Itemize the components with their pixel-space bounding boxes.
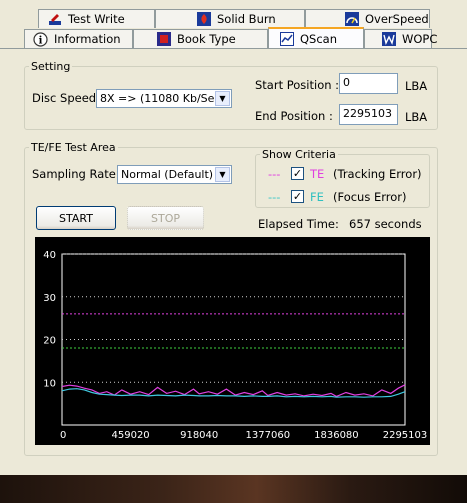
series-line-fe: [61, 388, 406, 398]
flame-icon: [196, 12, 211, 27]
end-unit-label: LBA: [405, 110, 428, 124]
qscan-window: Test Write Solid Burn OverSpeed i Inform…: [0, 0, 467, 475]
wopc-icon: [381, 32, 396, 47]
chevron-down-icon[interactable]: ▼: [215, 91, 230, 106]
y-tick-label: 40: [43, 250, 56, 261]
svg-text:i: i: [39, 35, 43, 46]
start-position-input[interactable]: 0: [339, 73, 398, 94]
tab-label: Test Write: [68, 12, 125, 26]
plot-frame: [61, 253, 406, 426]
scan-icon: [279, 31, 294, 46]
book-icon: [156, 32, 171, 47]
x-tick-label: 918040: [180, 430, 218, 441]
tab-label: Book Type: [177, 32, 236, 46]
speedometer-icon: [344, 12, 359, 27]
disc-speed-select[interactable]: 8X => (11080 Kb/Sec) ▼: [96, 89, 232, 108]
y-tick-label: 10: [43, 378, 56, 389]
tab-qscan[interactable]: QScan: [268, 27, 364, 48]
x-tick-label: 459020: [112, 430, 150, 441]
elapsed-time-label: Elapsed Time:: [258, 217, 339, 231]
te-fe-chart: 40 30 20 10 0 459020 918040 1377060 1836080 22951…: [35, 237, 430, 445]
pen-icon: [47, 12, 62, 27]
tab-label: QScan: [300, 31, 338, 46]
stop-button[interactable]: STOP: [127, 206, 204, 230]
end-position-input[interactable]: 2295103: [339, 104, 398, 125]
end-position-label: End Position :: [255, 109, 333, 123]
tab-panel-border: [0, 48, 467, 49]
info-icon: i: [33, 31, 48, 47]
te-dash: ---: [268, 167, 281, 181]
disc-speed-label: Disc Speed:: [32, 91, 100, 105]
test-area-legend: TE/FE Test Area: [31, 141, 116, 154]
tab-label: Solid Burn: [217, 12, 276, 26]
sampling-rate-value: Normal (Default): [121, 168, 214, 181]
start-unit-label: LBA: [405, 79, 428, 93]
start-button[interactable]: START: [36, 206, 116, 230]
tab-label: OverSpeed: [365, 12, 429, 26]
te-desc: (Tracking Error): [333, 167, 422, 181]
y-tick-label: 30: [43, 293, 56, 304]
tab-solid-burn[interactable]: Solid Burn: [155, 9, 305, 28]
sampling-rate-label: Sampling Rate :: [32, 167, 124, 181]
tab-book-type[interactable]: Book Type: [133, 29, 268, 48]
tab-test-write[interactable]: Test Write: [38, 9, 155, 28]
tab-label: WOPC: [402, 32, 438, 46]
y-tick-label: 20: [43, 336, 56, 347]
tab-information[interactable]: i Information: [24, 29, 133, 48]
x-tick-label: 1377060: [246, 430, 291, 441]
x-tick-label: 1836080: [314, 430, 359, 441]
fe-dash: ---: [268, 190, 281, 204]
desktop-background: [0, 475, 467, 503]
tab-overspeed[interactable]: OverSpeed: [305, 9, 430, 28]
disc-speed-value: 8X => (11080 Kb/Sec): [100, 92, 225, 105]
fe-desc: (Focus Error): [333, 190, 407, 204]
fe-abbr: FE: [310, 190, 324, 204]
te-checkbox[interactable]: ✓: [291, 167, 304, 180]
chart-svg: 40 30 20 10 0 459020 918040 1377060 1836080 22951…: [43, 250, 428, 441]
x-tick-label: 2295103: [383, 430, 428, 441]
chevron-down-icon[interactable]: ▼: [215, 167, 230, 182]
tab-label: Information: [54, 32, 121, 46]
te-abbr: TE: [310, 167, 325, 181]
start-position-label: Start Position :: [255, 78, 340, 92]
x-tick-label: 0: [60, 430, 66, 441]
sampling-rate-select[interactable]: Normal (Default) ▼: [117, 165, 232, 184]
show-criteria-legend: Show Criteria: [262, 148, 336, 161]
fe-checkbox[interactable]: ✓: [291, 190, 304, 203]
tab-wopc[interactable]: WOPC: [364, 29, 437, 48]
elapsed-time-value: 657 seconds: [349, 217, 422, 231]
setting-legend: Setting: [31, 60, 71, 73]
